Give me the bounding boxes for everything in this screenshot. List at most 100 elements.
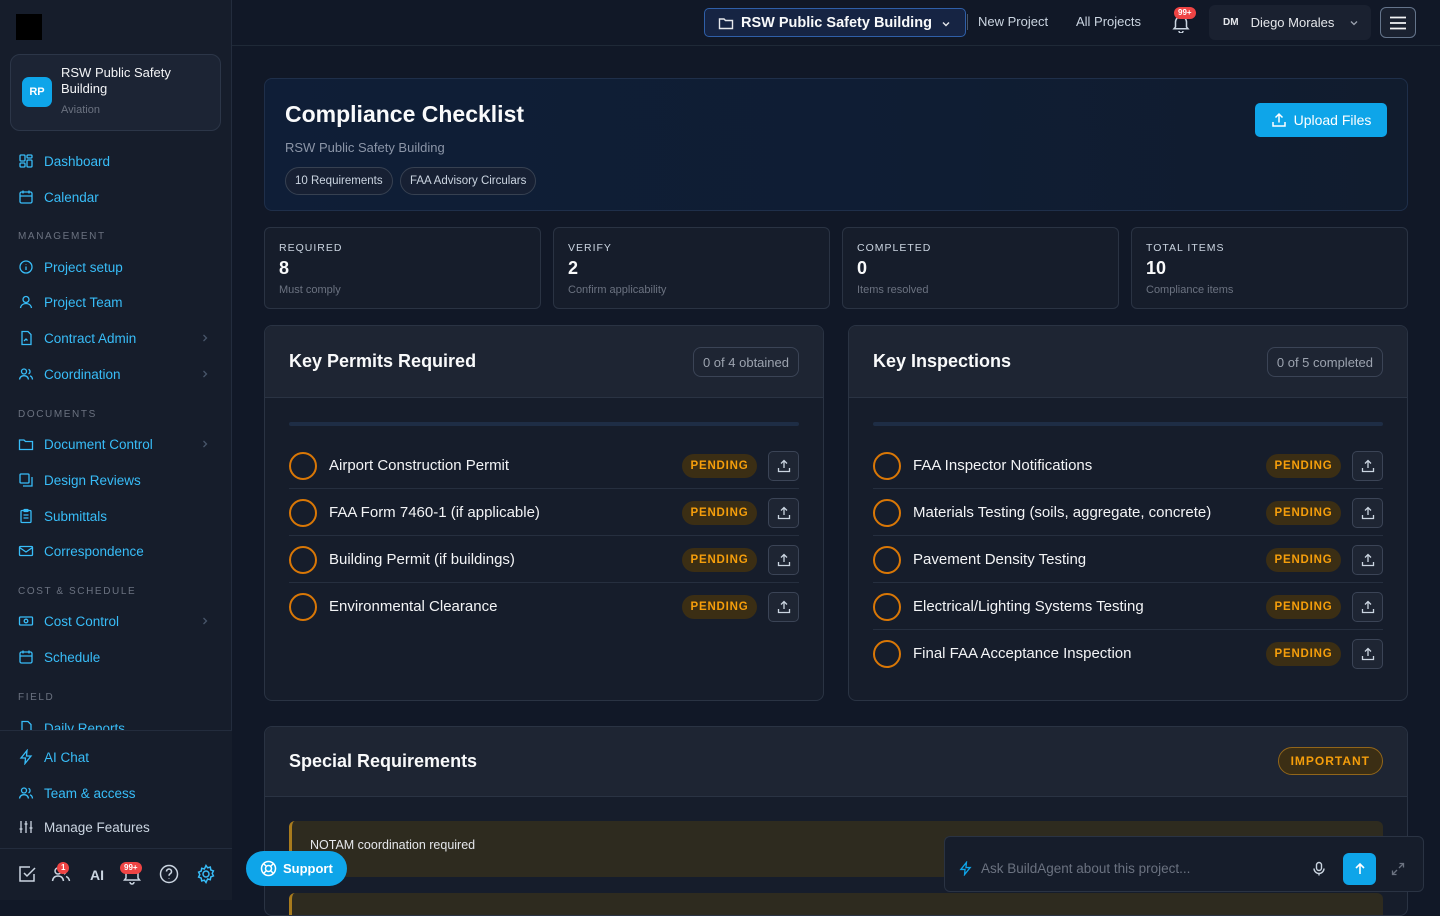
status-circle-icon[interactable]	[873, 546, 901, 574]
stat-value: 0	[857, 258, 868, 278]
special-requirements-title: Special Requirements	[289, 751, 478, 771]
sidebar-item-calendar[interactable]: Calendar	[0, 182, 232, 212]
ai-chat-input[interactable]	[981, 855, 1281, 881]
project-selector[interactable]: RSW Public Safety Building	[704, 8, 966, 37]
sidebar-item-coordination[interactable]: Coordination	[0, 359, 232, 389]
upload-icon	[777, 506, 790, 520]
compliance-header: Compliance Checklist RSW Public Safety B…	[264, 78, 1408, 211]
support-button[interactable]: Support	[246, 851, 347, 886]
project-avatar: RP	[22, 77, 52, 107]
send-button[interactable]	[1343, 853, 1376, 885]
stat-label: COMPLETED	[857, 242, 932, 254]
stat-completed: COMPLETED 0 Items resolved	[842, 227, 1119, 309]
stat-total-items: TOTAL ITEMS 10 Compliance items	[1131, 227, 1408, 309]
stat-note: Must comply	[279, 284, 341, 296]
sidebar-item-schedule[interactable]: Schedule	[0, 642, 232, 672]
row-upload-button[interactable]	[768, 498, 799, 528]
permit-label: Airport Construction Permit	[329, 457, 510, 474]
inspection-label: Electrical/Lighting Systems Testing	[913, 598, 1144, 615]
status-circle-icon[interactable]	[873, 452, 901, 480]
project-card[interactable]: RP RSW Public Safety Building Aviation	[10, 54, 221, 131]
sidebar-item-contract-admin[interactable]: Contract Admin	[0, 323, 232, 353]
status-circle-icon[interactable]	[289, 452, 317, 480]
row-upload-button[interactable]	[1352, 498, 1383, 528]
sidebar-item-label: Document Control	[44, 436, 153, 452]
sidebar-item-team-access[interactable]: Team & access	[0, 778, 232, 808]
inspection-label: Final FAA Acceptance Inspection	[913, 645, 1132, 662]
sidebar-item-label: Calendar	[44, 189, 99, 205]
sidebar-item-label: Submittals	[44, 508, 108, 524]
status-circle-icon[interactable]	[873, 593, 901, 621]
section-title-field: FIELD	[18, 692, 55, 703]
permit-row: Building Permit (if buildings) PENDING	[289, 536, 799, 583]
folder-icon	[718, 17, 734, 29]
upload-icon	[777, 459, 790, 473]
status-circle-icon[interactable]	[873, 499, 901, 527]
sidebar-item-submittals[interactable]: Submittals	[0, 501, 232, 531]
status-circle-icon[interactable]	[289, 546, 317, 574]
permits-panel: Key Permits Required 0 of 4 obtained Air…	[264, 325, 824, 701]
sidebar-item-dashboard[interactable]: Dashboard	[0, 146, 232, 176]
expand-icon[interactable]	[1391, 862, 1405, 876]
row-upload-button[interactable]	[1352, 545, 1383, 575]
sliders-icon	[19, 821, 33, 833]
faa-circulars-chip: FAA Advisory Circulars	[400, 167, 537, 195]
review-icon	[19, 473, 33, 487]
sidebar-item-manage-features[interactable]: Manage Features	[0, 812, 232, 842]
permits-panel-header: Key Permits Required 0 of 4 obtained	[265, 326, 823, 398]
status-badge: PENDING	[682, 454, 757, 478]
upload-icon	[777, 553, 790, 567]
sidebar-item-project-team[interactable]: Project Team	[0, 287, 232, 317]
sidebar-item-label: Contract Admin	[44, 330, 137, 346]
sidebar-item-project-setup[interactable]: Project setup	[0, 252, 232, 282]
sidebar: RP RSW Public Safety Building Aviation D…	[0, 0, 232, 900]
checkbox-icon[interactable]	[16, 863, 38, 885]
status-circle-icon[interactable]	[873, 640, 901, 668]
permits-progress-bar	[289, 422, 799, 426]
sidebar-item-design-reviews[interactable]: Design Reviews	[0, 465, 232, 495]
permit-label: Building Permit (if buildings)	[329, 551, 515, 568]
all-projects-link[interactable]: All Projects	[1076, 14, 1141, 29]
chevron-right-icon	[203, 440, 208, 448]
row-upload-button[interactable]	[1352, 451, 1383, 481]
stat-label: TOTAL ITEMS	[1146, 242, 1225, 254]
sidebar-item-ai-chat[interactable]: AI Chat	[0, 742, 232, 772]
new-project-link[interactable]: New Project	[978, 14, 1048, 29]
user-menu[interactable]: DM Diego Morales	[1209, 5, 1371, 40]
sidebar-item-label: Team & access	[44, 785, 136, 801]
hamburger-menu-button[interactable]	[1380, 7, 1416, 38]
sidebar-item-label: Cost Control	[44, 613, 120, 629]
row-upload-button[interactable]	[1352, 592, 1383, 622]
sidebar-item-correspondence[interactable]: Correspondence	[0, 536, 232, 566]
row-upload-button[interactable]	[768, 545, 799, 575]
notification-badge: 99+	[120, 862, 142, 874]
sidebar-item-document-control[interactable]: Document Control	[0, 429, 232, 459]
row-upload-button[interactable]	[1352, 639, 1383, 669]
upload-icon	[1361, 553, 1374, 567]
status-circle-icon[interactable]	[289, 593, 317, 621]
permit-label: Environmental Clearance	[329, 598, 498, 615]
upload-icon	[1361, 600, 1374, 614]
row-upload-button[interactable]	[768, 592, 799, 622]
help-icon[interactable]	[158, 863, 180, 885]
upload-icon	[1361, 506, 1374, 520]
upload-icon	[1361, 647, 1374, 661]
users-icon	[18, 368, 34, 380]
ai-button[interactable]: AI	[90, 867, 104, 883]
sidebar-item-cost-control[interactable]: Cost Control	[0, 606, 232, 636]
gear-icon[interactable]	[195, 863, 217, 885]
sidebar-item-label: Manage Features	[44, 819, 150, 835]
upload-icon	[1361, 459, 1374, 473]
inspections-count-badge: 0 of 5 completed	[1266, 347, 1383, 377]
microphone-icon[interactable]	[1311, 861, 1327, 877]
bolt-icon	[959, 861, 972, 876]
dashboard-icon	[19, 154, 33, 168]
inspection-row: Final FAA Acceptance Inspection PENDING	[873, 630, 1383, 677]
stat-required: REQUIRED 8 Must comply	[264, 227, 541, 309]
app-logo[interactable]	[16, 14, 42, 40]
upload-files-button[interactable]: Upload Files	[1255, 103, 1387, 137]
requirements-chip: 10 Requirements	[285, 167, 393, 195]
status-circle-icon[interactable]	[289, 499, 317, 527]
inspection-row: Electrical/Lighting Systems Testing PEND…	[873, 583, 1383, 630]
row-upload-button[interactable]	[768, 451, 799, 481]
